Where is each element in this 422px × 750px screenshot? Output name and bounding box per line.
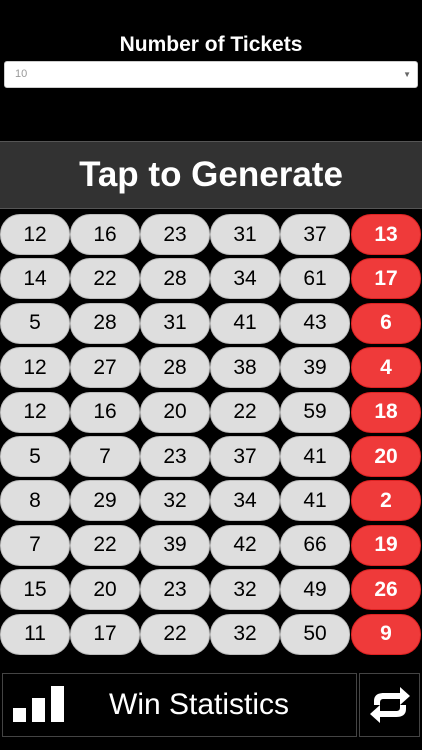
number-ball: 37: [210, 436, 280, 477]
number-ball: 12: [0, 391, 70, 433]
chevron-down-icon: ▼: [403, 70, 411, 79]
number-ball: 34: [210, 480, 280, 522]
win-statistics-label: Win Statistics: [109, 688, 290, 721]
number-ball: 22: [210, 391, 280, 433]
power-ball: 20: [351, 436, 421, 477]
number-ball: 43: [280, 302, 350, 344]
number-ball: 32: [210, 569, 280, 611]
ticket-count-value: 10: [15, 68, 28, 80]
ticket-count-header: Number of Tickets 10 ▼: [0, 0, 422, 140]
number-ball: 28: [70, 302, 140, 344]
number-ball: 23: [140, 569, 210, 611]
footer: Win Statistics: [0, 671, 422, 750]
number-ball: 20: [70, 569, 140, 611]
number-ball: 66: [280, 524, 350, 566]
power-ball: 9: [351, 613, 421, 655]
number-ball: 49: [280, 569, 350, 611]
number-ball: 15: [0, 569, 70, 611]
number-ball: 22: [140, 613, 210, 655]
refresh-button[interactable]: [359, 673, 420, 737]
swap-arrows-icon: [369, 687, 410, 723]
ticket-row: 15 20 23 32 49 26: [0, 568, 422, 611]
number-ball: 12: [0, 214, 70, 255]
ticket-row: 5 7 23 37 41 20: [0, 435, 422, 478]
number-ball: 41: [210, 302, 280, 344]
number-ball: 39: [140, 524, 210, 566]
number-ball: 59: [280, 391, 350, 433]
number-ball: 27: [70, 347, 140, 389]
number-ball: 7: [70, 436, 140, 477]
number-ball: 23: [140, 214, 210, 255]
number-ball: 28: [140, 347, 210, 389]
power-ball: 18: [351, 391, 421, 433]
ticket-row: 14 22 28 34 61 17: [0, 257, 422, 300]
ticket-count-select[interactable]: 10 ▼: [4, 61, 418, 88]
number-ball: 14: [0, 258, 70, 300]
number-ball: 5: [0, 436, 70, 477]
number-ball: 31: [140, 302, 210, 344]
number-ball: 41: [280, 480, 350, 522]
number-ball: 32: [210, 613, 280, 655]
bar-chart-icon: [13, 686, 65, 722]
ticket-row: 12 16 23 31 37 13: [0, 213, 422, 256]
ticket-count-title: Number of Tickets: [119, 33, 303, 56]
number-ball: 29: [70, 480, 140, 522]
win-statistics-button[interactable]: Win Statistics: [2, 673, 357, 737]
number-ball: 28: [140, 258, 210, 300]
power-ball: 2: [351, 480, 421, 522]
number-ball: 12: [0, 347, 70, 389]
ticket-row: 8 29 32 34 41 2: [0, 479, 422, 522]
power-ball: 4: [351, 347, 421, 389]
number-ball: 23: [140, 436, 210, 477]
ticket-row: 12 27 28 38 39 4: [0, 346, 422, 389]
ticket-row: 11 17 22 32 50 9: [0, 613, 422, 656]
power-ball: 26: [351, 569, 421, 611]
number-ball: 61: [280, 258, 350, 300]
power-ball: 6: [351, 302, 421, 344]
generate-button[interactable]: Tap to Generate: [0, 141, 422, 209]
generate-label: Tap to Generate: [79, 155, 343, 194]
number-ball: 32: [140, 480, 210, 522]
number-ball: 39: [280, 347, 350, 389]
number-ball: 17: [70, 613, 140, 655]
number-ball: 16: [70, 214, 140, 255]
number-ball: 50: [280, 613, 350, 655]
ticket-row: 7 22 39 42 66 19: [0, 524, 422, 567]
number-ball: 8: [0, 480, 70, 522]
number-ball: 11: [0, 613, 70, 655]
number-ball: 41: [280, 436, 350, 477]
ticket-row: 12 16 20 22 59 18: [0, 391, 422, 434]
ticket-row: 5 28 31 41 43 6: [0, 302, 422, 345]
number-ball: 37: [280, 214, 350, 255]
number-ball: 22: [70, 258, 140, 300]
number-ball: 5: [0, 302, 70, 344]
number-ball: 31: [210, 214, 280, 255]
power-ball: 17: [351, 258, 421, 300]
number-ball: 38: [210, 347, 280, 389]
number-ball: 16: [70, 391, 140, 433]
number-ball: 34: [210, 258, 280, 300]
number-ball: 20: [140, 391, 210, 433]
number-ball: 42: [210, 524, 280, 566]
number-ball: 22: [70, 524, 140, 566]
power-ball: 13: [351, 214, 421, 255]
power-ball: 19: [351, 524, 421, 566]
number-ball: 7: [0, 524, 70, 566]
